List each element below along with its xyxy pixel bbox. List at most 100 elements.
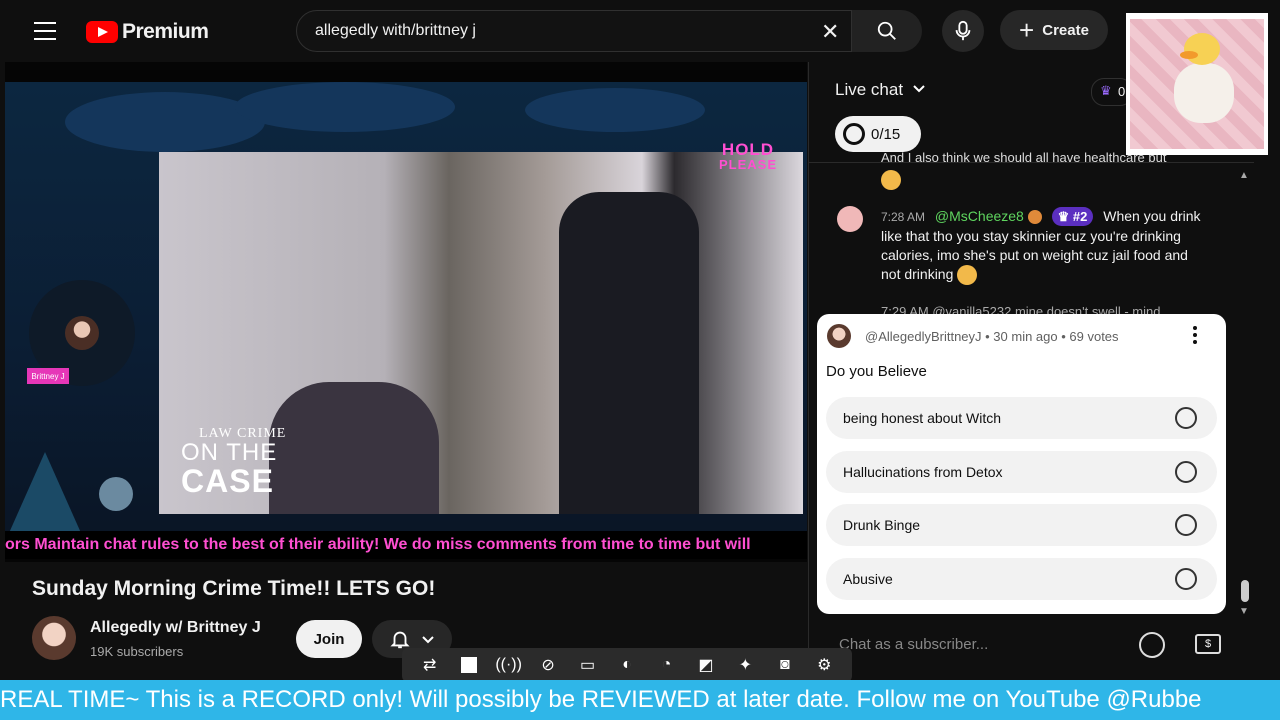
chat-message: 7:28 AM @MsCheeze8 ♛ #2 When you drink l… [881,207,1211,286]
chat-input[interactable]: Chat as a subscriber... [839,636,1129,653]
join-button[interactable]: Join [296,620,362,658]
cloud-decoration [235,82,455,132]
duck-thumbnail-image [1126,13,1268,155]
chat-user-avatar[interactable] [837,206,863,232]
case-text: CASE [181,463,274,499]
camera-icon[interactable]: ◙ [774,654,796,676]
crown-count: 0 [1118,84,1126,99]
goal-text: 0/15 [871,125,901,143]
hold-text: HOLD [721,140,775,159]
hold-please-sign: HOLD PLEASE [719,140,778,172]
poll-option-label: being honest about Witch [843,410,1001,426]
message-text: mine doesn't swell - mind [1014,304,1161,314]
poll-option-label: Drunk Binge [843,517,921,533]
chevron-down-icon [422,636,434,644]
emoji-button-icon[interactable] [1139,632,1165,658]
enhance-icon[interactable]: ✦ [734,654,756,676]
poll-question: Do you Believe [826,363,927,380]
search-box[interactable]: allegedly with/brittney j ✕ [296,10,852,52]
live-chat-label: Live chat [835,80,904,99]
radio-icon [1175,568,1197,590]
create-button[interactable]: + Create [1000,10,1108,50]
poll-card: @AllegedlyBrittneyJ • 30 min ago • 69 vo… [817,314,1226,614]
channel-avatar[interactable] [32,616,76,660]
chat-scrollbar[interactable] [1241,580,1249,602]
poll-option[interactable]: being honest about Witch [826,397,1217,439]
mask-icon[interactable]: ◐ [616,654,638,676]
scroll-up-icon[interactable]: ▲ [1239,170,1249,181]
create-label: Create [1042,21,1089,39]
banner-text: REAL TIME~ This is a RECORD only! Will p… [0,686,1202,713]
stream-overlay: Brittney J HOLD PLEASE LAW CRIME ON THE … [5,82,807,559]
host-avatar [65,316,99,350]
chat-message-partial: 7:29 AM @vanilla5232 mine doesn't swell … [881,304,1221,314]
settings-gear-icon[interactable]: ⚙ [813,654,835,676]
video-player[interactable]: Brittney J HOLD PLEASE LAW CRIME ON THE … [5,62,807,562]
clear-search-icon[interactable]: ✕ [821,19,839,45]
chevron-down-icon [913,85,925,93]
message-author[interactable]: @MsCheeze8 [935,208,1024,224]
crown-icon: ♛ [1100,83,1112,98]
poll-option[interactable]: Hallucinations from Detox [826,451,1217,493]
search-input[interactable]: allegedly with/brittney j [315,22,476,40]
please-text: PLEASE [719,157,778,172]
hide-video-icon[interactable]: ⊘ [537,654,559,676]
voice-search-button[interactable] [942,10,984,52]
badge-emoji-icon [1027,210,1042,225]
more-options-icon[interactable] [1193,326,1199,347]
host-name-tag: Brittney J [27,368,69,384]
plus-icon: + [1019,15,1035,45]
cloud-decoration [65,92,265,152]
duck-head [1184,33,1220,65]
on-the-text: ON THE [181,439,278,466]
duck-beak [1180,51,1198,59]
stop-icon[interactable] [458,654,480,676]
speedometer-icon[interactable]: ◔ [655,654,677,676]
menu-icon[interactable] [34,22,56,40]
capture-toolbar: ⇄ ((·)) ⊘ ▭ ◐ ◔ ◩ ✦ ◙ ⚙ [402,648,852,682]
channel-name[interactable]: Allegedly w/ Brittney J [90,619,261,637]
snowman-decoration [99,477,133,511]
law-crime-logo: LAW CRIME ON THE CASE [181,427,286,499]
radio-icon [1175,407,1197,429]
bell-icon [390,631,410,649]
message-time: 7:28 AM [881,210,926,224]
video-title: Sunday Morning Crime Time!! LETS GO! [32,577,436,600]
search-icon [877,21,896,40]
person-figure [559,192,699,514]
padded-wall-background [1130,19,1264,149]
shrug-emoji-icon [957,265,978,286]
message-author: @vanilla5232 [932,304,1012,314]
top-bar: Premium allegedly with/brittney j ✕ + Cr… [0,0,1280,62]
target-icon [843,123,865,145]
screen-region-icon[interactable]: ▭ [577,654,599,676]
youtube-logo[interactable]: Premium [86,20,209,44]
divider [809,162,1254,163]
radio-icon [1175,461,1197,483]
chat-input-row: Chat as a subscriber... $ [809,626,1269,678]
youtube-play-icon [86,21,118,43]
ticker-bar: ors Maintain chat rules to the best of t… [5,531,807,559]
search-button[interactable] [852,10,922,52]
poll-option[interactable]: Abusive [826,558,1217,600]
live-chat-dropdown[interactable]: Live chat [835,80,926,100]
message-time: 7:29 AM [881,304,929,314]
poll-option-label: Abusive [843,571,893,587]
sticker-icon[interactable]: ◩ [695,654,717,676]
person-figure [269,382,439,514]
rank-badge: ♛ #2 [1051,207,1094,226]
subscriber-count: 19K subscribers [90,644,184,659]
poll-meta: @AllegedlyBrittneyJ • 30 min ago • 69 vo… [865,329,1119,344]
microphone-icon [955,20,971,41]
tree-decoration [5,452,85,542]
goal-pill[interactable]: 0/15 [835,116,921,152]
broadcast-icon[interactable]: ((·)) [495,654,522,676]
cloud-decoration [525,88,705,132]
super-chat-icon[interactable]: $ [1195,634,1221,654]
poll-option[interactable]: Drunk Binge [826,504,1217,546]
rank-text: #2 [1072,209,1088,224]
logo-text: Premium [122,20,209,43]
radio-icon [1175,514,1197,536]
scroll-down-icon[interactable]: ▼ [1239,606,1249,617]
repeat-icon[interactable]: ⇄ [419,654,441,676]
